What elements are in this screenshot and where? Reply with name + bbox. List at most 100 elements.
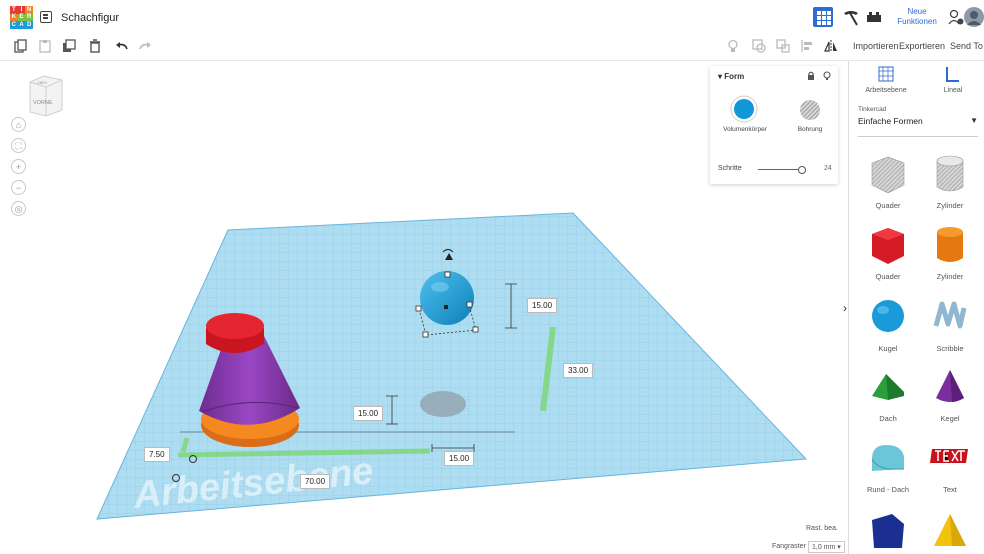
steps-label: Schritte bbox=[718, 165, 742, 172]
box-icon bbox=[872, 228, 904, 264]
resize-handle[interactable] bbox=[415, 305, 422, 312]
lock-icon[interactable] bbox=[806, 71, 816, 81]
sphere-highlight bbox=[431, 282, 449, 292]
tinkercad-logo[interactable]: T I N K E R C A D bbox=[10, 6, 33, 29]
align-icon[interactable] bbox=[800, 39, 814, 53]
hole-icon[interactable] bbox=[799, 99, 821, 121]
redo-icon[interactable] bbox=[138, 39, 152, 53]
shape-label: Scribble bbox=[936, 344, 964, 353]
logo-letter: K bbox=[10, 13, 18, 22]
send-to-button[interactable]: Send To bbox=[950, 41, 983, 51]
logo-letter: T bbox=[10, 6, 18, 14]
sphere-icon bbox=[872, 300, 904, 332]
mirror-icon[interactable] bbox=[824, 39, 838, 53]
dim-elevation[interactable]: 33.00 bbox=[563, 363, 594, 378]
undo-icon[interactable] bbox=[115, 39, 129, 53]
steps-slider-track[interactable] bbox=[758, 169, 802, 170]
dim-width-small[interactable]: 15.00 bbox=[444, 451, 475, 466]
solid-color-icon[interactable] bbox=[730, 95, 758, 123]
ruler-button[interactable]: Lineal bbox=[927, 87, 979, 94]
resize-handle[interactable] bbox=[466, 301, 473, 308]
shape-label: Kegel bbox=[940, 414, 960, 423]
design-title[interactable]: Schachfigur bbox=[61, 12, 119, 24]
logo-letter: N bbox=[25, 6, 33, 14]
sphere[interactable] bbox=[420, 271, 474, 325]
hammer-pickaxe-icon[interactable] bbox=[842, 9, 860, 27]
chevron-down-icon: ▼ bbox=[970, 116, 978, 125]
workplane-icon[interactable] bbox=[878, 66, 894, 82]
hole-label[interactable]: Bohrung bbox=[788, 126, 832, 133]
resize-handle[interactable] bbox=[444, 271, 451, 278]
new-features-link[interactable]: Neue Funktionen bbox=[895, 7, 939, 27]
cylinder-icon bbox=[937, 227, 963, 262]
logo-letter: E bbox=[17, 13, 26, 22]
logo-letter: A bbox=[17, 21, 26, 29]
shape-label: Kugel bbox=[878, 344, 898, 353]
new-features-line1: Neue bbox=[907, 7, 927, 16]
inspector-header[interactable]: ▾ Form bbox=[718, 72, 744, 81]
scribble-icon bbox=[933, 301, 967, 329]
solid-label[interactable]: Volumenkörper bbox=[720, 126, 770, 133]
snap-grid-select[interactable]: 1,0 mm ▾ bbox=[808, 541, 845, 553]
logo-letter: R bbox=[25, 13, 33, 22]
cone-icon bbox=[936, 370, 964, 402]
new-features-line2: Funktionen bbox=[897, 17, 937, 26]
edit-grid-button[interactable]: Rast. bea. bbox=[806, 525, 838, 532]
shape-label: Zylinder bbox=[936, 272, 964, 281]
roof-icon bbox=[872, 374, 904, 400]
shape-label: Rund - Dach bbox=[866, 485, 910, 494]
shape-label: Text bbox=[943, 485, 957, 494]
import-button[interactable]: Importieren bbox=[853, 41, 899, 51]
dim-length[interactable]: 70.00 bbox=[300, 474, 331, 489]
dim-sphere-height[interactable]: 15.00 bbox=[527, 298, 558, 313]
edit-toolbar: Importieren Exportieren Send To bbox=[0, 34, 984, 61]
design-list-icon[interactable] bbox=[40, 11, 52, 23]
snap-grid-value: 1,0 mm bbox=[812, 544, 836, 551]
prism-icon bbox=[872, 514, 904, 548]
dim-offset[interactable]: 7.50 bbox=[144, 447, 170, 462]
delete-icon[interactable] bbox=[88, 39, 102, 53]
steps-value: 24 bbox=[824, 165, 832, 172]
paste-icon[interactable] bbox=[38, 39, 52, 53]
sphere-shadow bbox=[420, 391, 466, 417]
round-roof-icon bbox=[871, 445, 904, 471]
top-bar: T I N K E R C A D Schachfigur Neue Funkt… bbox=[0, 0, 984, 35]
bricks-icon[interactable] bbox=[866, 11, 882, 23]
chevron-right-icon[interactable]: › bbox=[843, 301, 847, 315]
resize-handle[interactable] bbox=[422, 331, 429, 338]
light-bulb-icon[interactable] bbox=[726, 39, 740, 53]
cylinder-hole-icon bbox=[936, 155, 964, 192]
logo-letter: C bbox=[10, 21, 18, 29]
box-hole-icon bbox=[871, 156, 905, 194]
library-select[interactable]: Tinkercad Einfache Formen ▼ bbox=[858, 106, 978, 137]
steps-slider-handle[interactable] bbox=[798, 166, 806, 174]
text-icon bbox=[930, 449, 968, 463]
logo-letter: I bbox=[17, 6, 26, 14]
add-user-icon[interactable] bbox=[948, 9, 964, 25]
shape-label: Quader bbox=[875, 201, 901, 210]
duplicate-icon[interactable] bbox=[62, 39, 76, 53]
pyramid-icon bbox=[934, 514, 966, 546]
shape-inspector: ▾ Form Volumenkörper Bohrung Schritte 24 bbox=[710, 66, 838, 184]
light-bulb-icon[interactable] bbox=[822, 71, 832, 81]
export-button[interactable]: Exportieren bbox=[899, 41, 945, 51]
snap-grid-label: Fangraster bbox=[772, 543, 806, 550]
inspector-title: Form bbox=[724, 72, 745, 81]
resize-handle[interactable] bbox=[472, 326, 479, 333]
library-value: Einfache Formen bbox=[858, 116, 923, 126]
copy-icon[interactable] bbox=[14, 39, 28, 53]
ruler-icon[interactable] bbox=[946, 66, 960, 82]
workplane-button[interactable]: Arbeitsebene bbox=[853, 87, 919, 94]
group-icon[interactable] bbox=[752, 39, 766, 53]
3d-viewport[interactable]: OBEN VORNE ⌂ ⛶ + − ◎ Arbeitsebene 15.00 … bbox=[0, 61, 848, 554]
dim-base-height[interactable]: 15.00 bbox=[353, 406, 384, 421]
3d-view-grid-icon[interactable] bbox=[813, 7, 833, 27]
height-handle[interactable] bbox=[444, 305, 448, 309]
ungroup-icon[interactable] bbox=[776, 39, 790, 53]
shape-label: Dach bbox=[879, 414, 897, 423]
shape-label: Quader bbox=[875, 272, 901, 281]
logo-letter: D bbox=[25, 21, 33, 29]
cylinder-top bbox=[206, 313, 264, 339]
shape-label: Zylinder bbox=[936, 201, 964, 210]
avatar[interactable] bbox=[964, 7, 984, 27]
